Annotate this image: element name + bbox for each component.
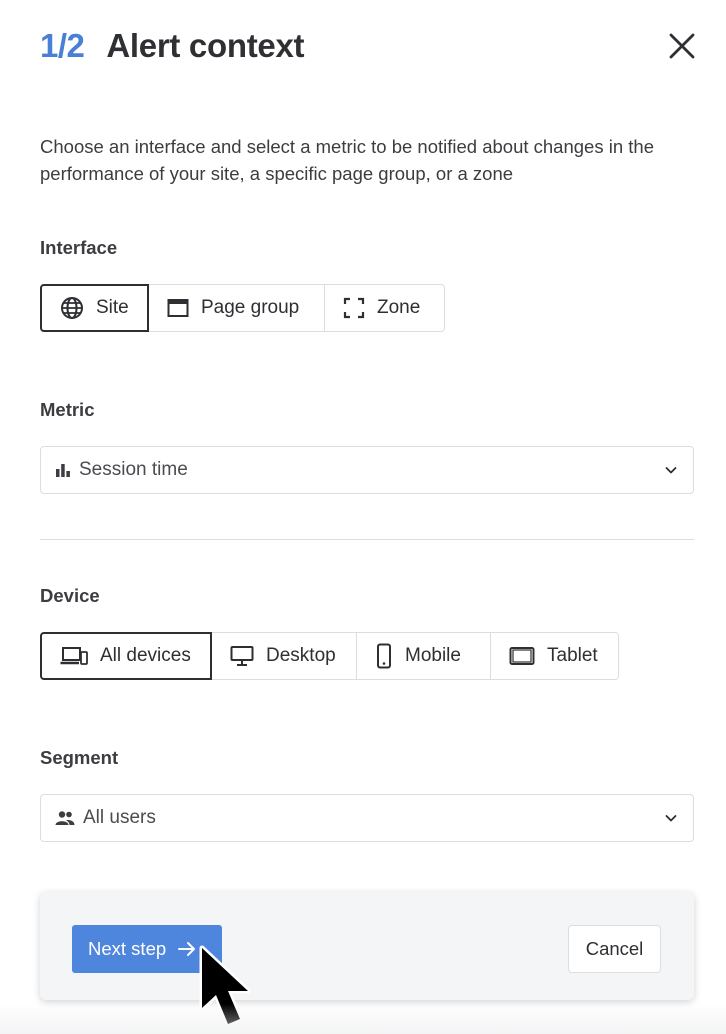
interface-option-site[interactable]: Site xyxy=(40,284,149,332)
arrow-right-icon xyxy=(178,941,196,957)
mobile-icon xyxy=(375,643,393,669)
device-option-label: Mobile xyxy=(405,645,461,666)
cancel-button[interactable]: Cancel xyxy=(568,925,661,973)
close-button[interactable] xyxy=(664,28,700,64)
metric-select[interactable]: Session time xyxy=(40,446,694,494)
users-icon xyxy=(55,810,75,826)
interface-option-label: Zone xyxy=(377,297,421,318)
browser-window-icon xyxy=(167,298,189,318)
device-option-label: Desktop xyxy=(266,645,336,666)
chevron-down-icon xyxy=(663,462,679,478)
globe-icon xyxy=(60,296,84,320)
device-option-label: All devices xyxy=(100,645,191,666)
device-selector: All devices Desktop Mobile Tablet xyxy=(40,632,619,680)
dialog-footer: Next step Cancel xyxy=(40,892,694,1000)
segment-label: Segment xyxy=(40,747,119,768)
devices-icon xyxy=(60,646,88,666)
interface-label: Interface xyxy=(40,237,118,258)
device-option-label: Tablet xyxy=(547,645,598,666)
step-indicator: 1/2 xyxy=(40,27,85,64)
bar-chart-icon xyxy=(55,462,71,478)
section-divider xyxy=(40,539,694,540)
device-label: Device xyxy=(40,585,100,606)
tablet-icon xyxy=(509,646,535,666)
chevron-down-icon xyxy=(663,810,679,826)
metric-value: Session time xyxy=(79,459,188,480)
dialog-header: 1/2 Alert context xyxy=(40,24,700,68)
interface-selector: Site Page group Zone xyxy=(40,284,445,332)
bottom-edge-shading xyxy=(0,1004,726,1034)
interface-option-page-group[interactable]: Page group xyxy=(149,284,325,332)
device-option-tablet[interactable]: Tablet xyxy=(491,632,619,680)
zone-frame-icon xyxy=(343,297,365,319)
close-icon xyxy=(669,33,695,59)
interface-option-label: Page group xyxy=(201,297,300,318)
dialog-title: Alert context xyxy=(106,27,305,64)
segment-select[interactable]: All users xyxy=(40,794,694,842)
device-option-mobile[interactable]: Mobile xyxy=(357,632,491,680)
interface-option-zone[interactable]: Zone xyxy=(325,284,445,332)
device-option-desktop[interactable]: Desktop xyxy=(212,632,357,680)
interface-option-label: Site xyxy=(96,297,129,318)
device-option-all-devices[interactable]: All devices xyxy=(40,632,212,680)
desktop-icon xyxy=(230,645,254,667)
segment-value: All users xyxy=(83,807,156,828)
metric-label: Metric xyxy=(40,399,95,420)
dialog-description: Choose an interface and select a metric … xyxy=(40,136,654,184)
next-step-label: Next step xyxy=(88,938,167,959)
